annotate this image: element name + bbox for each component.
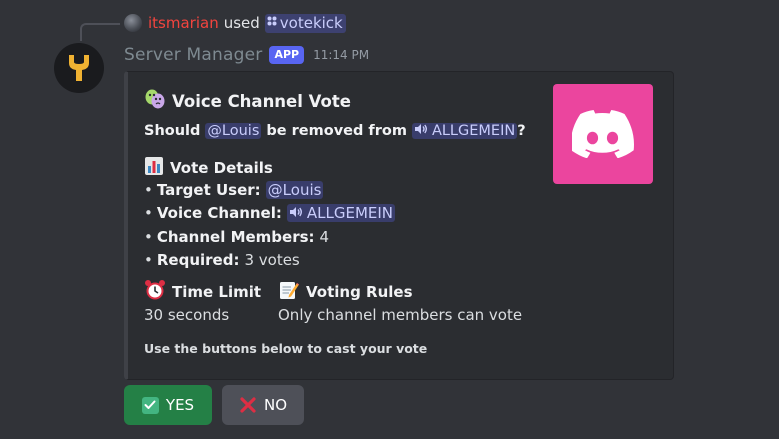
reply-username[interactable]: itsmarian — [148, 14, 219, 32]
bullet: • — [144, 228, 153, 246]
detail-label: Required: — [156, 251, 240, 269]
vote-yes-button[interactable]: YES — [124, 385, 212, 425]
channel-mention-label: ALLGEMEIN — [431, 123, 516, 139]
detail-voice-channel: • Voice Channel: ALLGEMEIN — [144, 204, 396, 222]
user-mention[interactable]: @Louis — [205, 123, 262, 139]
field-voting-rules: Voting Rules Only channel members can vo… — [278, 281, 522, 324]
detail-required: • Required: 3 votes — [144, 251, 300, 269]
detail-label: Channel Members: — [156, 228, 315, 246]
bullet: • — [144, 204, 153, 222]
voice-channel-mention[interactable]: ALLGEMEIN — [286, 204, 396, 222]
wrench-icon — [69, 55, 89, 81]
memo-icon — [278, 279, 300, 305]
alarm-clock-icon — [144, 279, 166, 305]
channel-mention[interactable]: ALLGEMEIN — [411, 123, 518, 139]
vote-details-heading: Vote Details — [144, 156, 273, 180]
vote-yes-label: YES — [165, 396, 195, 414]
detail-target-user: • Target User: @Louis — [144, 181, 324, 199]
cross-mark-icon — [239, 396, 257, 414]
reply-used-text: used — [223, 14, 260, 32]
performing-arts-icon — [144, 88, 166, 114]
field-name-text: Time Limit — [172, 283, 262, 301]
detail-channel-members: • Channel Members: 4 — [144, 228, 329, 246]
embed-footer-note: Use the buttons below to cast your vote — [144, 341, 428, 356]
check-mark-icon — [141, 396, 159, 414]
slash-command-icon — [267, 16, 277, 29]
embed-title: Voice Channel Vote — [144, 88, 351, 114]
vote-question: Should @Louis be removed from ALLGEMEIN … — [144, 123, 526, 139]
app-badge: APP — [269, 46, 305, 64]
detail-label: Target User: — [156, 181, 261, 199]
bot-avatar[interactable] — [54, 43, 104, 93]
speaker-icon — [289, 204, 303, 222]
target-user-mention[interactable]: @Louis — [265, 181, 324, 199]
bullet: • — [144, 251, 153, 269]
voice-channel-label: ALLGEMEIN — [306, 204, 394, 222]
bullet: • — [144, 181, 153, 199]
command-name: votekick — [279, 13, 343, 32]
author-name[interactable]: Server Manager — [124, 45, 262, 65]
vote-no-label: NO — [263, 396, 288, 414]
field-name-text: Voting Rules — [306, 283, 413, 301]
field-value: Only channel members can vote — [278, 306, 523, 324]
detail-value: 3 votes — [244, 251, 300, 269]
vote-details-title: Vote Details — [170, 159, 273, 177]
vote-no-button[interactable]: NO — [222, 385, 304, 425]
discord-logo-icon — [572, 110, 634, 158]
speaker-icon — [414, 123, 428, 139]
vote-embed: Voice Channel Vote Should @Louis be remo… — [124, 71, 674, 380]
message-timestamp[interactable]: 11:14 PM — [313, 48, 369, 62]
detail-value: 4 — [319, 228, 330, 246]
reply-reference[interactable]: itsmarian used votekick — [124, 12, 346, 34]
reply-avatar[interactable] — [124, 14, 142, 32]
field-name: Time Limit — [144, 279, 262, 305]
field-name: Voting Rules — [278, 281, 522, 303]
embed-thumbnail[interactable] — [553, 84, 653, 184]
field-time-limit: Time Limit 30 seconds — [144, 279, 262, 324]
question-middle: be removed from — [266, 123, 407, 139]
bar-chart-icon — [144, 156, 164, 180]
message-header: Server Manager APP 11:14 PM — [124, 43, 369, 67]
reply-connector — [80, 23, 120, 41]
embed-title-text: Voice Channel Vote — [172, 91, 351, 111]
detail-label: Voice Channel: — [156, 204, 282, 222]
command-mention[interactable]: votekick — [264, 13, 346, 33]
question-suffix: ? — [517, 123, 526, 139]
field-value: 30 seconds — [144, 306, 230, 324]
question-prefix: Should — [144, 123, 201, 139]
